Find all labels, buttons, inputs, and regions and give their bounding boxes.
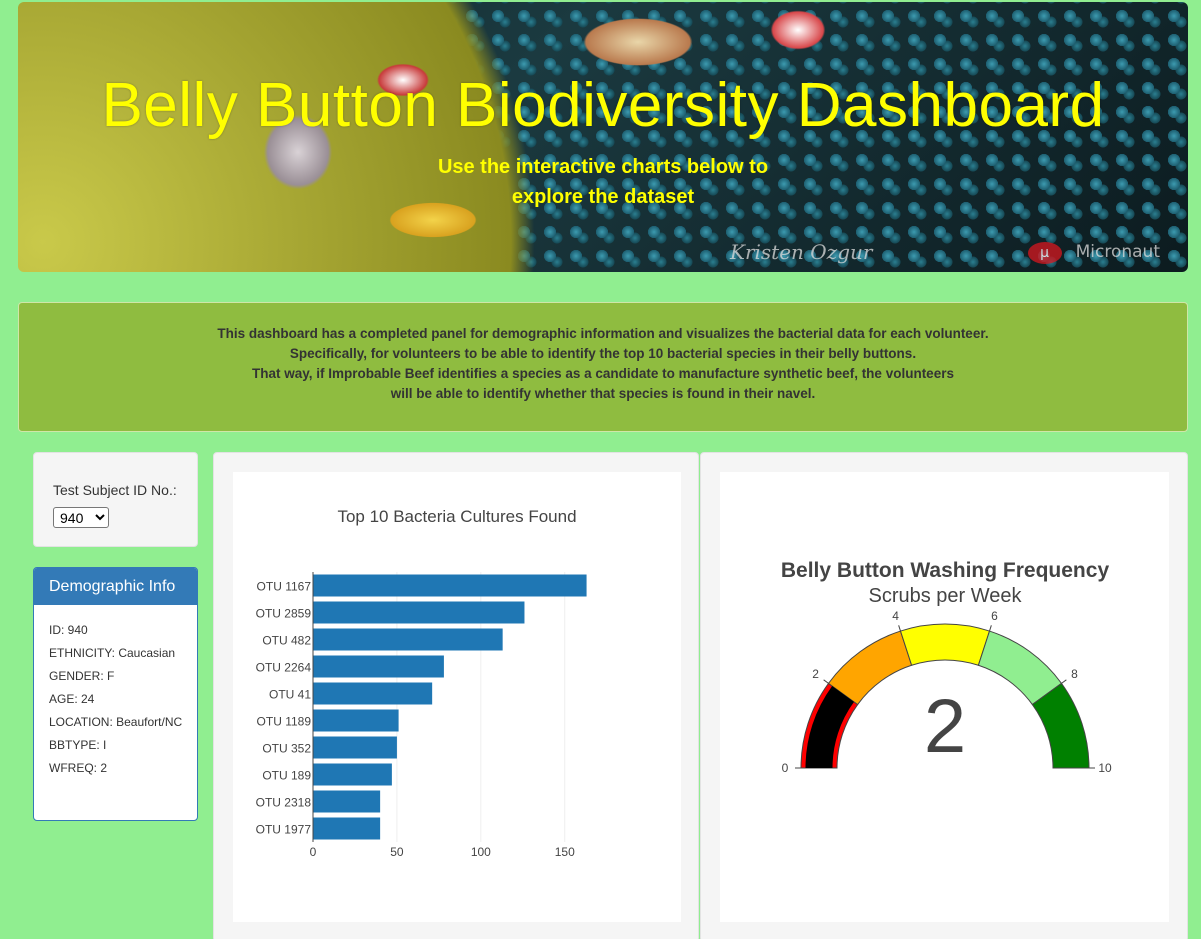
artist-signature: Kristen Ozgur [730, 240, 873, 264]
gauge-tick [823, 679, 829, 684]
bar-chart-container: Top 10 Bacteria Cultures Found OTU 1167 O… [233, 472, 681, 922]
bar-chart-bar[interactable] [313, 682, 433, 705]
description-line-3: That way, if Improbable Beef identifies … [252, 366, 954, 381]
page-subtitle-line-1: Use the interactive charts below to [437, 156, 769, 178]
bar-chart-bar[interactable] [313, 574, 587, 597]
page-title: Belly Button Biodiversity Dashboard [101, 71, 1105, 140]
demographic-age: AGE: 24 [49, 692, 95, 706]
bar-chart-bar[interactable] [313, 790, 381, 813]
demographic-location: LOCATION: Beaufort/NC [49, 715, 183, 729]
gauge-tick-label: 10 [1098, 761, 1112, 775]
bar-chart[interactable]: Top 10 Bacteria Cultures Found OTU 1167 O… [233, 472, 681, 922]
gauge-tick-label: 2 [812, 667, 819, 681]
bar-chart-y-tick-label: OTU 352 [262, 742, 311, 756]
demographic-id: ID: 940 [49, 623, 88, 637]
bar-chart-y-tick-label: OTU 1167 [257, 580, 312, 594]
bar-chart-x-tick-label: 0 [310, 845, 317, 859]
bar-chart-y-tick-label: OTU 2264 [256, 661, 312, 675]
demographic-panel: Demographic Info ID: 940 ETHNICITY: Cauc… [33, 567, 198, 821]
gauge-chart-container: Belly Button Washing Frequency Scrubs pe… [720, 472, 1169, 922]
demographic-bbtype: BBTYPE: I [49, 738, 107, 752]
bar-chart-x-tick-label: 100 [471, 845, 491, 859]
bar-chart-bar[interactable] [313, 736, 397, 759]
bar-chart-bar[interactable] [313, 655, 444, 678]
micronaut-watermark-text: Micronaut [1075, 242, 1160, 262]
bar-chart-title: Top 10 Bacteria Cultures Found [337, 507, 576, 526]
subject-selector-label: Test Subject ID No.: [53, 482, 177, 498]
gauge-tick-label: 4 [892, 609, 899, 623]
page-subtitle-line-2: explore the dataset [511, 186, 695, 208]
page-subtitle: Use the interactive charts below to expl… [18, 152, 1188, 212]
gauge-chart-card: Belly Button Washing Frequency Scrubs pe… [700, 452, 1188, 939]
gauge-tick-label: 0 [782, 761, 789, 775]
demographic-wfreq: WFREQ: 2 [49, 761, 108, 775]
micronaut-watermark: μ Micronaut [1027, 242, 1160, 264]
bar-chart-y-tick-label: OTU 482 [262, 634, 311, 648]
gauge-tick [1061, 679, 1067, 684]
bar-chart-y-tick-label: OTU 2859 [256, 607, 312, 621]
bar-chart-bar[interactable] [313, 763, 392, 786]
gauge-chart-subtitle: Scrubs per Week [868, 585, 1022, 607]
bar-chart-bar[interactable] [313, 817, 381, 840]
gauge-value-readout: 2 [924, 684, 966, 769]
bar-chart-y-tick-label: OTU 189 [262, 769, 311, 783]
demographic-panel-heading: Demographic Info [34, 568, 197, 605]
description-line-4: will be able to identify whether that sp… [390, 386, 816, 401]
gauge-chart[interactable]: Belly Button Washing Frequency Scrubs pe… [720, 472, 1169, 922]
bar-chart-card: Top 10 Bacteria Cultures Found OTU 1167 O… [213, 452, 699, 939]
subject-id-select[interactable]: 940 [53, 507, 109, 528]
bar-chart-bar[interactable] [313, 709, 399, 732]
gauge-tick [898, 625, 901, 632]
gauge-tick-label: 8 [1071, 667, 1078, 681]
demographic-panel-body: ID: 940 ETHNICITY: Caucasian GENDER: F A… [34, 605, 197, 775]
bar-chart-y-tick-label: OTU 2318 [256, 796, 312, 810]
bar-chart-bar[interactable] [313, 628, 503, 651]
bar-chart-bar[interactable] [313, 601, 525, 624]
description-line-1: This dashboard has a completed panel for… [217, 326, 989, 341]
header-banner: Belly Button Biodiversity Dashboard Use … [18, 2, 1188, 272]
gauge-tick [989, 625, 992, 632]
gauge-value-bar [805, 686, 854, 768]
subject-selector-panel: Test Subject ID No.: 940 [33, 452, 198, 547]
bar-chart-y-tick-label: OTU 1189 [257, 715, 312, 729]
bar-chart-y-tick-label: OTU 1977 [256, 823, 312, 837]
bar-chart-x-tick-label: 50 [390, 845, 404, 859]
demographic-gender: GENDER: F [49, 669, 115, 683]
gauge-band [899, 623, 991, 666]
description-panel: This dashboard has a completed panel for… [18, 302, 1188, 432]
bar-chart-x-tick-label: 150 [555, 845, 575, 859]
demographic-ethnicity: ETHNICITY: Caucasian [49, 646, 176, 660]
micronaut-logo-icon: μ [1027, 242, 1062, 264]
gauge-tick-label: 6 [991, 609, 998, 623]
gauge-chart-title: Belly Button Washing Frequency [781, 559, 1110, 582]
description-line-2: Specifically, for volunteers to be able … [289, 346, 917, 361]
bar-chart-y-tick-label: OTU 41 [269, 688, 311, 702]
